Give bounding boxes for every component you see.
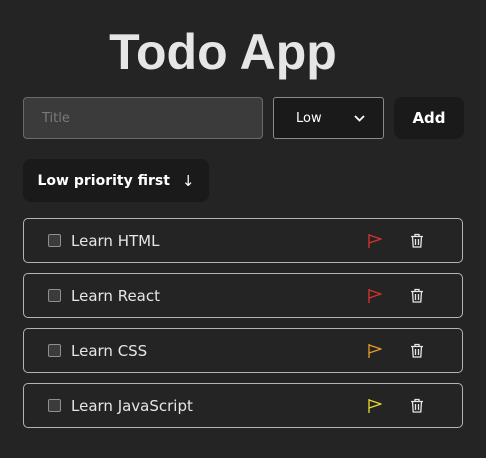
flag-icon[interactable] [367,398,383,414]
add-button[interactable]: Add [394,97,464,139]
flag-icon[interactable] [367,343,383,359]
todo-checkbox[interactable] [48,344,61,357]
todo-label: Learn React [71,286,160,305]
flag-icon[interactable] [367,233,383,249]
arrow-down-icon: ↓ [181,171,195,190]
trash-icon[interactable] [410,288,424,303]
todo-list: Learn HTML Learn React Learn CSS Learn J… [23,218,463,438]
trash-icon[interactable] [410,233,424,248]
trash-icon[interactable] [410,343,424,358]
todo-checkbox[interactable] [48,399,61,412]
todo-item: Learn React [23,273,463,318]
flag-icon[interactable] [367,288,383,304]
todo-item: Learn CSS [23,328,463,373]
todo-checkbox[interactable] [48,234,61,247]
trash-icon[interactable] [410,398,424,413]
todo-label: Learn HTML [71,231,160,250]
todo-item: Learn HTML [23,218,463,263]
title-input[interactable] [23,97,263,139]
todo-checkbox[interactable] [48,289,61,302]
chevron-down-icon [354,111,365,125]
priority-select-value: Low [296,110,322,126]
sort-button-label: Low priority first [37,172,170,189]
sort-button[interactable]: Low priority first ↓ [23,159,209,202]
todo-item: Learn JavaScript [23,383,463,428]
priority-select[interactable]: Low [273,97,384,139]
todo-label: Learn CSS [71,341,148,360]
todo-label: Learn JavaScript [71,396,193,415]
app-title: Todo App [109,24,337,80]
